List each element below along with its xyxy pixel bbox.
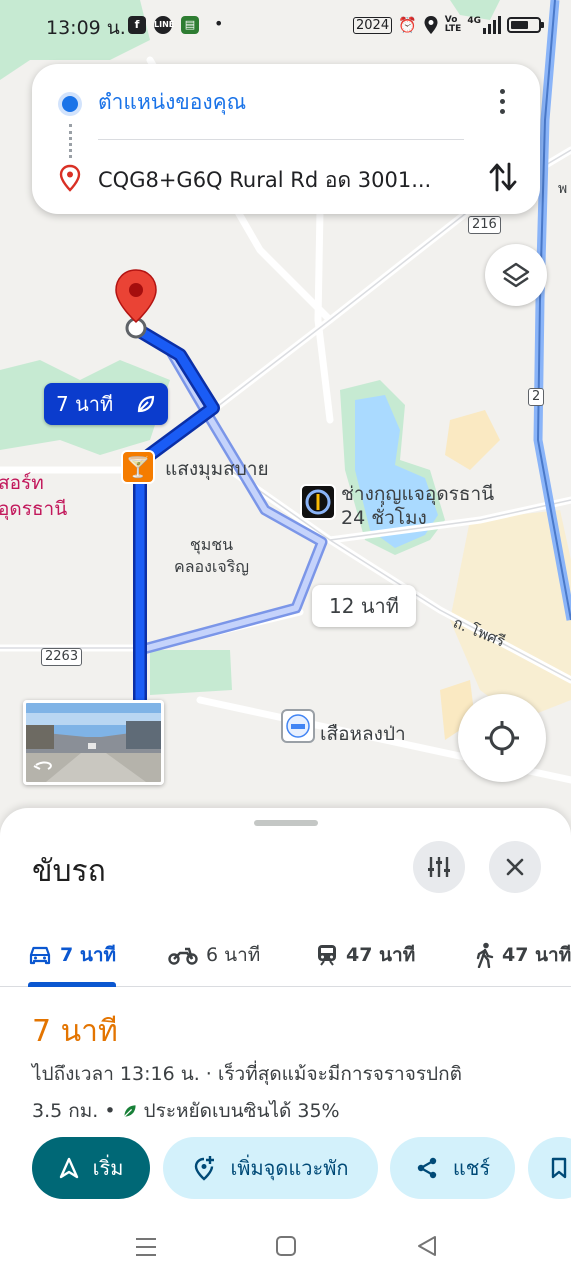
more-options-button[interactable] xyxy=(490,86,514,116)
route-eta: 7 นาที xyxy=(32,1014,118,1049)
primary-route-time: 7 นาที xyxy=(56,392,114,416)
origin-dot-icon xyxy=(62,96,78,112)
recent-apps-button[interactable] xyxy=(134,1236,158,1258)
fuel-saving: ประหยัดเบนซินได้ 35% xyxy=(143,1100,340,1122)
close-icon xyxy=(506,858,524,876)
tab-transit[interactable]: 47 นาที xyxy=(316,923,415,987)
area-label-resort[interactable]: สอร์ท อุดรธานี xyxy=(0,470,67,522)
alarm-icon: ⏰ xyxy=(398,16,417,34)
more-dots-icon xyxy=(499,88,505,94)
bar-poi-icon[interactable]: 🍸 xyxy=(121,450,155,484)
road-shield-2263: 2263 xyxy=(41,648,83,666)
line-icon: LINE xyxy=(154,16,174,34)
notification-dot: • xyxy=(214,14,224,33)
close-button[interactable] xyxy=(489,841,541,893)
swap-direction-button[interactable] xyxy=(488,160,518,194)
street-view-thumbnail[interactable] xyxy=(23,700,164,785)
field-divider xyxy=(98,139,464,140)
destination-marker-icon xyxy=(59,164,81,192)
tab-drive[interactable]: 7 นาที xyxy=(28,923,116,987)
eco-leaf-icon xyxy=(123,1105,136,1118)
home-button[interactable] xyxy=(275,1235,297,1257)
tune-icon xyxy=(428,857,450,877)
signal-icon: 4G xyxy=(467,16,501,34)
primary-route-label[interactable]: 7 นาที xyxy=(44,383,168,425)
sheet-title: ขับรถ xyxy=(32,854,106,889)
share-icon xyxy=(417,1157,437,1179)
motorcycle-icon xyxy=(168,947,198,965)
start-button[interactable]: เริ่ม xyxy=(32,1137,150,1199)
road-shield-216: 216 xyxy=(468,216,501,234)
tab-transit-label: 47 นาที xyxy=(346,944,416,966)
poi-label-bar[interactable]: แสงมุมสบาย xyxy=(165,454,269,484)
my-location-button[interactable] xyxy=(458,694,546,782)
car-icon xyxy=(29,946,51,965)
tab-motorcycle-label: 6 นาที xyxy=(206,944,261,966)
route-distance-info: 3.5 กม. • ประหยัดเบนซินได้ 35% xyxy=(32,1096,340,1126)
navigation-arrow-icon xyxy=(59,1157,78,1179)
system-nav-bar xyxy=(0,1222,571,1280)
status-icons: 2024 ⏰ Vo LTE 4G xyxy=(353,10,544,40)
edge-label: พ xyxy=(558,181,568,197)
route-arrival-info: ไปถึงเวลา 13:16 น. · เร็วที่สุดแม้จะมีกา… xyxy=(32,1063,462,1085)
save-button[interactable] xyxy=(528,1137,571,1199)
bookmark-icon xyxy=(551,1157,567,1179)
destination-pin-icon xyxy=(115,269,157,339)
poi-label-school[interactable]: เสือหลงป่า xyxy=(320,719,406,749)
status-bar: 13:09 น. f LINE ▤ • 2024 ⏰ Vo LTE 4G xyxy=(0,0,571,50)
calendar-icon: 2024 xyxy=(353,16,393,34)
directions-sheet: ขับรถ 7 นาที 6 นาที 47 นาที 47 นาที 7 นา… xyxy=(0,808,571,1280)
route-distance: 3.5 กม. xyxy=(32,1100,99,1122)
route-connector xyxy=(69,124,72,158)
status-time: 13:09 น. xyxy=(46,17,126,39)
directions-card: ตำแหน่งของคุณ CQG8+G6Q Rural Rd อด 3001.… xyxy=(32,64,540,214)
route-options-button[interactable] xyxy=(413,841,465,893)
road-shield-2: 2 xyxy=(528,388,545,406)
message-icon: ▤ xyxy=(181,16,199,34)
origin-field[interactable]: ตำแหน่งของคุณ xyxy=(98,86,246,119)
back-button[interactable] xyxy=(416,1235,438,1257)
poi-label-locksmith[interactable]: ช่างกุญแจอุดรธานี 24 ชั่วโมง xyxy=(341,482,494,530)
transit-icon xyxy=(318,945,336,966)
tab-walk[interactable]: 47 นาที xyxy=(476,923,571,987)
sheet-drag-handle[interactable] xyxy=(254,820,318,826)
tab-motorcycle[interactable]: 6 นาที xyxy=(168,923,260,987)
alternative-route-label[interactable]: 12 นาที xyxy=(312,585,416,627)
add-location-icon xyxy=(195,1156,215,1181)
area-label-community: ชุมชน คลองเจริญ xyxy=(174,535,249,576)
school-poi-icon[interactable] xyxy=(281,709,315,743)
tab-walk-label: 47 นาที xyxy=(502,944,571,966)
layers-icon xyxy=(502,262,530,288)
share-button[interactable]: แชร์ xyxy=(390,1137,515,1199)
battery-icon xyxy=(507,17,544,33)
action-row: เริ่ม เพิ่มจุดแวะพัก แชร์ xyxy=(32,1137,571,1199)
active-tab-indicator xyxy=(28,982,116,987)
volte-icon: Vo LTE xyxy=(444,15,462,34)
separator: • xyxy=(104,1100,116,1122)
location-status-icon xyxy=(424,16,438,34)
eco-leaf-icon xyxy=(137,395,155,413)
travel-mode-tabs: 7 นาที 6 นาที 47 นาที 47 นาที xyxy=(0,923,571,987)
walk-icon xyxy=(476,942,494,968)
facebook-icon: f xyxy=(128,16,146,34)
map-layers-button[interactable] xyxy=(485,244,547,306)
destination-field[interactable]: CQG8+G6Q Rural Rd อด 3001... xyxy=(98,164,431,197)
tab-drive-label: 7 นาที xyxy=(60,944,117,966)
locksmith-poi-icon[interactable] xyxy=(300,484,336,520)
crosshair-icon xyxy=(485,721,519,755)
add-stop-button[interactable]: เพิ่มจุดแวะพัก xyxy=(163,1137,378,1199)
